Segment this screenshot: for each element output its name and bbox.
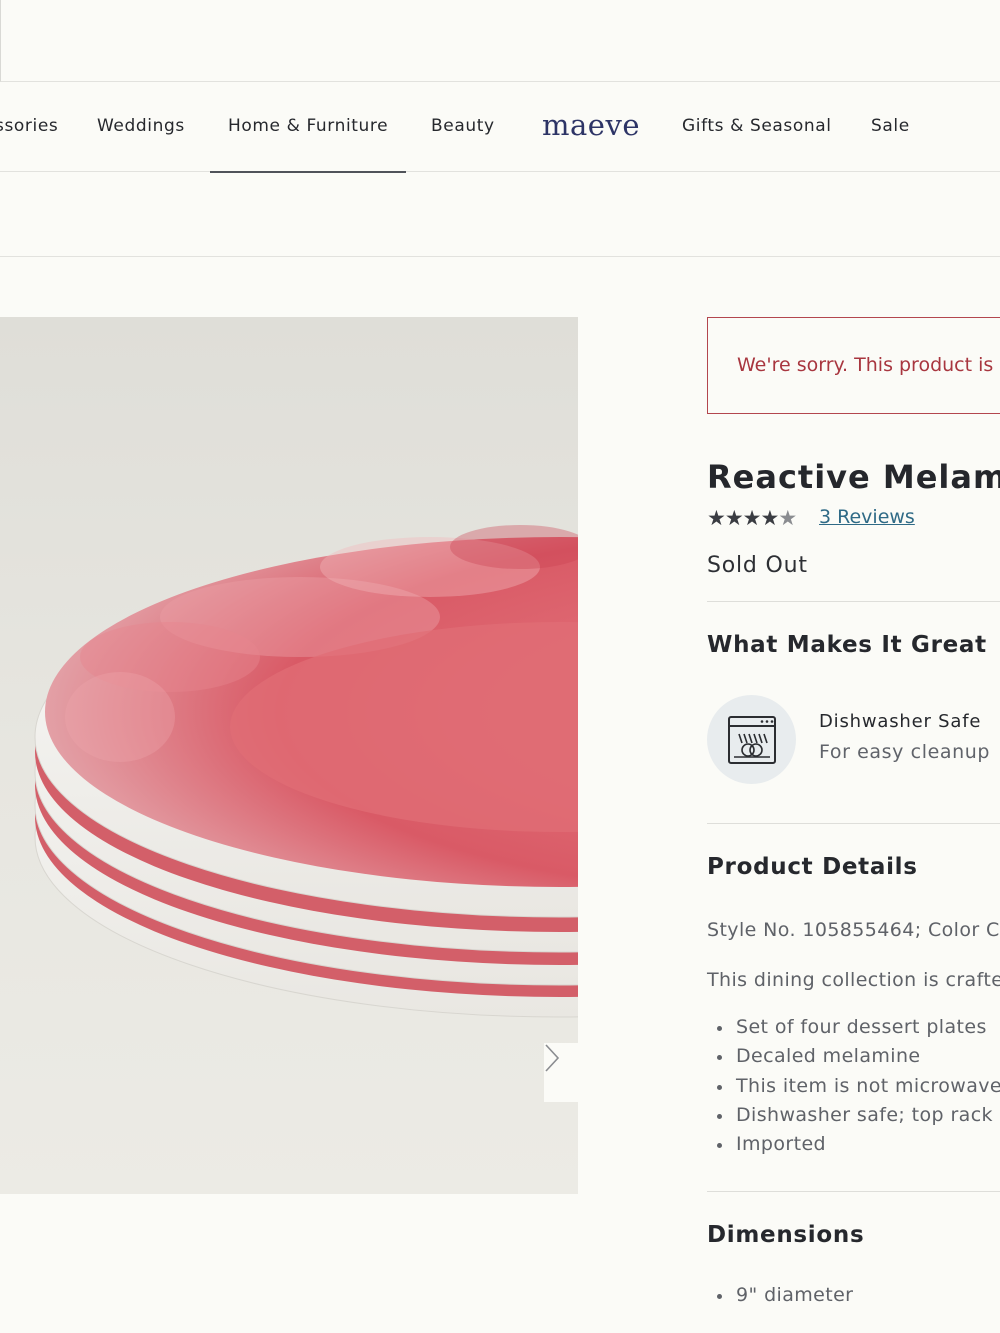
list-item: Imported [717, 1130, 1000, 1159]
details-list: Set of four dessert plates Decaled melam… [717, 1013, 1000, 1159]
nav-item-beauty[interactable]: Beauty [431, 82, 495, 172]
product-description: This dining collection is crafted [707, 969, 1000, 991]
product-image [34, 525, 578, 1018]
nav-item-gifts-seasonal[interactable]: Gifts & Seasonal [682, 82, 832, 172]
site-header [0, 0, 1000, 82]
list-item: Decaled melamine [717, 1042, 1000, 1071]
chevron-right-icon [545, 1044, 560, 1072]
feature-title: Dishwasher Safe [819, 711, 982, 732]
nav-item-home-furniture[interactable]: Home & Furniture [209, 82, 407, 173]
rating-stars: ★★★★★ [707, 506, 797, 530]
star-icon: ★ [724, 506, 744, 530]
list-item: 9" diameter [717, 1281, 853, 1310]
what-makes-it-great-heading: What Makes It Great [707, 632, 987, 658]
category-nav: ssories Weddings Home & Furniture Beauty… [0, 82, 1000, 173]
dishwasher-icon-badge [707, 695, 796, 784]
dimensions-heading[interactable]: Dimensions [707, 1222, 864, 1248]
stock-status: Sold Out [707, 553, 808, 578]
style-number: Style No. 105855464; Color Co [707, 919, 1000, 941]
nav-item-sale[interactable]: Sale [871, 82, 910, 172]
product-image-gallery[interactable] [0, 317, 578, 1194]
star-icon: ★ [707, 506, 726, 530]
product-title: Reactive Melamin [707, 458, 1000, 496]
product-details-heading[interactable]: Product Details [707, 854, 918, 880]
nav-item-accessories[interactable]: ssories [0, 82, 58, 172]
dishwasher-icon [727, 715, 776, 764]
divider [707, 601, 1000, 602]
star-icon: ★ [742, 506, 762, 530]
unavailable-notice: We're sorry. This product is [707, 317, 1000, 414]
list-item: Dishwasher safe; top rack re [717, 1101, 1000, 1130]
reviews-link[interactable]: 3 Reviews [819, 506, 915, 528]
list-item: Set of four dessert plates [717, 1013, 1000, 1042]
star-icon: ★ [760, 506, 779, 530]
star-half-icon: ★ [778, 506, 797, 530]
list-item: This item is not microwave s [717, 1072, 1000, 1101]
maeve-logo[interactable]: maeve [542, 82, 640, 172]
divider [707, 823, 1000, 824]
dimensions-list: 9" diameter [717, 1281, 853, 1310]
divider [707, 1191, 1000, 1192]
gallery-next-button[interactable] [544, 1043, 578, 1102]
breadcrumb-bar [0, 172, 1000, 257]
feature-subtitle: For easy cleanup [819, 741, 991, 763]
nav-item-weddings[interactable]: Weddings [97, 82, 185, 172]
